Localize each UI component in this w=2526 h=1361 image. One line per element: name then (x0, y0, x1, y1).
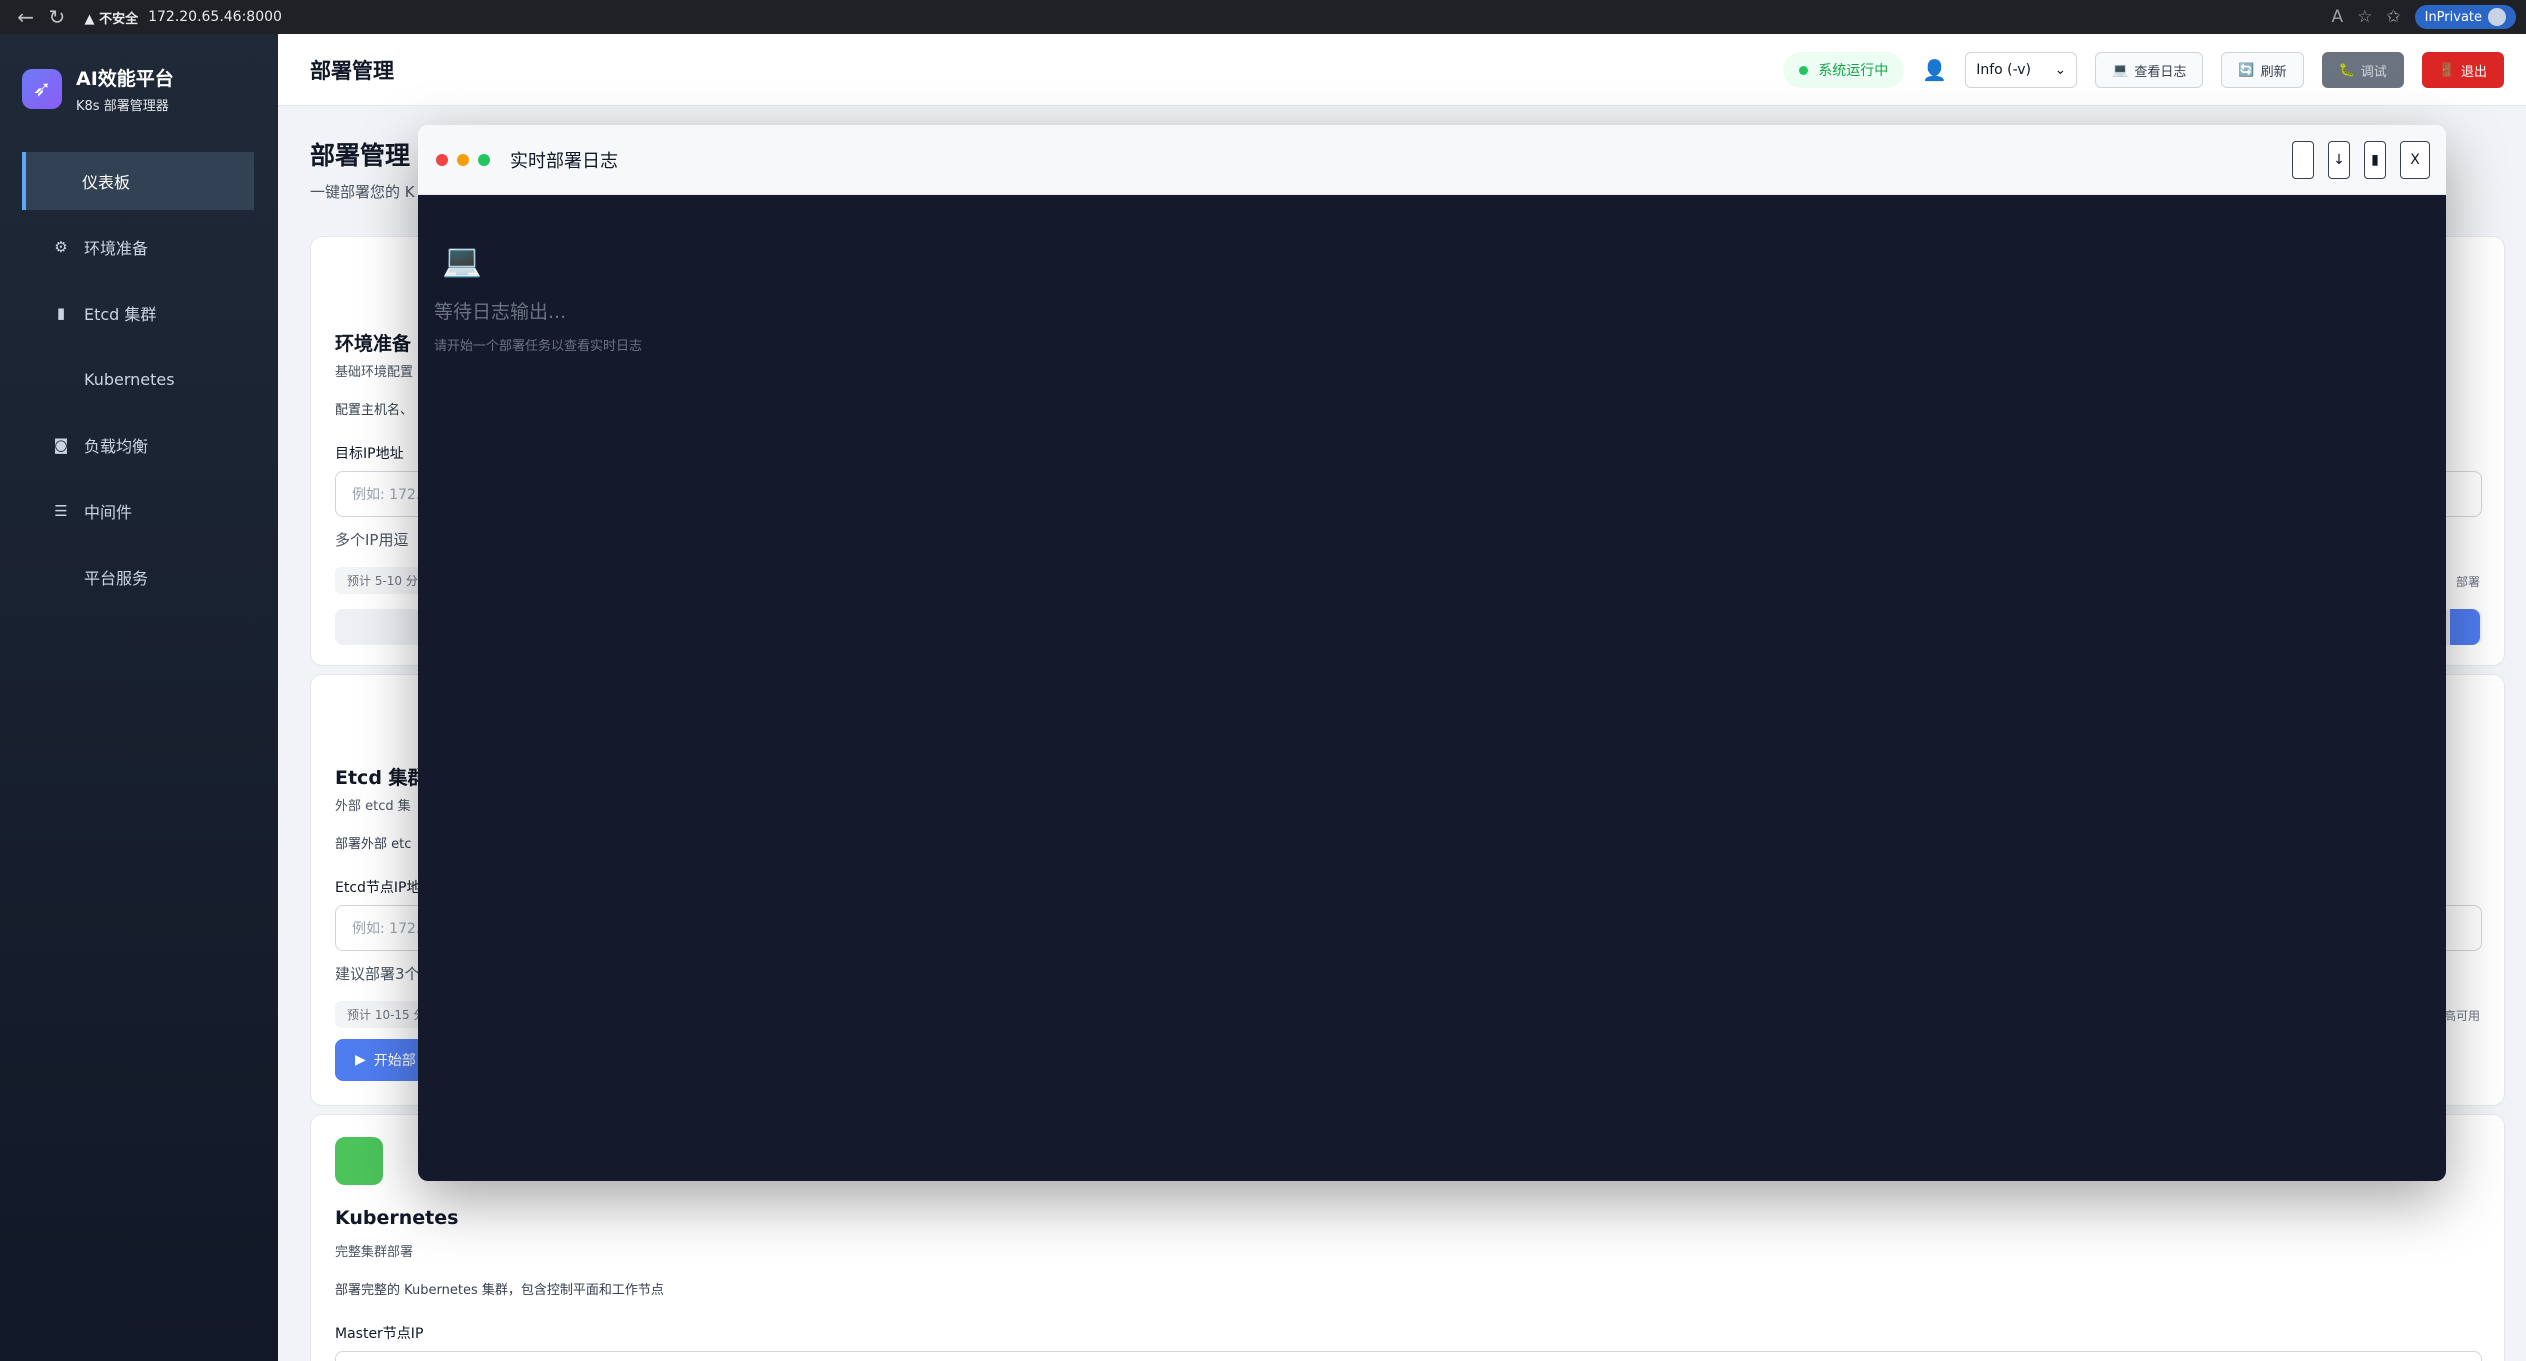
card-title: 环境准备 (335, 333, 412, 355)
log-output-area[interactable]: 💻 等待日志输出... 请开始一个部署任务以查看实时日志 (418, 195, 2446, 1181)
user-icon[interactable]: 👤 (1922, 58, 1947, 82)
inprivate-badge[interactable]: InPrivate (2414, 5, 2517, 29)
read-aloud-icon[interactable]: A (2331, 7, 2343, 27)
clear-button[interactable]: ▮ (2364, 141, 2386, 179)
door-icon: 🚪 (2438, 62, 2455, 78)
system-status-badge: 系统运行中 (1783, 52, 1905, 88)
browser-toolbar: ← ↻ ▲ 不安全 172.20.65.46:8000 A ☆ ✩ InPriv… (0, 0, 2526, 34)
sidebar-item-platform[interactable]: · 平台服务 (22, 548, 254, 606)
laptop-icon: 💻 (2112, 62, 2129, 78)
sidebar-item-dashboard[interactable]: 仪表板 (22, 152, 254, 210)
header-title: 部署管理 (310, 58, 394, 83)
ip-hint: 多个IP用逗 (335, 531, 409, 549)
close-button[interactable]: X (2400, 141, 2430, 179)
card-description: 配置主机名、 (335, 403, 414, 418)
sidebar-nav: 仪表板 ⚙ 环境准备 ▮ Etcd 集群 · Kubernetes ◙ 负载均衡… (0, 152, 278, 606)
pause-button[interactable] (2292, 141, 2314, 179)
brand-title: AI效能平台 (76, 68, 174, 90)
estimate-chip: 预计 5-10 分 (335, 567, 430, 594)
ip-label: Etcd节点IP地 (335, 880, 421, 896)
card-title: Etcd 集群 (335, 767, 427, 789)
status-text: 系统运行中 (1818, 63, 1889, 79)
binoculars-icon: ◙ (53, 436, 69, 454)
download-button[interactable]: ↓ (2328, 141, 2350, 179)
log-modal-header: 实时部署日志 ↓ ▮ X (418, 125, 2446, 195)
sidebar-item-environment[interactable]: ⚙ 环境准备 (22, 218, 254, 276)
sidebar-item-middleware[interactable]: ☰ 中间件 (22, 482, 254, 540)
download-icon: ↓ (2333, 152, 2345, 168)
red-dot-icon (436, 153, 448, 166)
database-icon: ▮ (56, 304, 66, 322)
page-subtitle: 一键部署您的 K (310, 183, 415, 201)
waiting-subtext: 请开始一个部署任务以查看实时日志 (434, 339, 643, 354)
close-label: X (2410, 152, 2420, 168)
debug-button[interactable]: 🐛 调试 (2321, 52, 2404, 88)
favorites-icon[interactable]: ✩ (2386, 7, 2400, 27)
brand: ➶ AI效能平台 K8s 部署管理器 (0, 34, 278, 138)
reload-icon[interactable]: ↻ (41, 3, 72, 31)
logout-button[interactable]: 🚪 退出 (2421, 52, 2504, 88)
address-bar[interactable]: ▲ 不安全 172.20.65.46:8000 (85, 4, 2332, 30)
chevron-down-icon: ⌄ (2054, 62, 2067, 78)
sidebar-item-label: 仪表板 (82, 173, 131, 192)
right-note: 高可用 (2443, 1009, 2480, 1023)
log-level-value: Info (-v) (1976, 62, 2032, 78)
sidebar: ➶ AI效能平台 K8s 部署管理器 仪表板 ⚙ 环境准备 ▮ Etcd 集群 … (0, 34, 278, 1361)
master-ip-input[interactable] (335, 1351, 2482, 1361)
etcd-hint: 建议部署3个 (335, 965, 420, 983)
status-dot-icon (1799, 65, 1809, 75)
ip-label: 目标IP地址 (335, 446, 404, 462)
page-title: 部署管理 (310, 141, 411, 170)
card-subtitle: 完整集群部署 (335, 1245, 414, 1260)
log-level-select[interactable]: Info (-v) ⌄ (1965, 52, 2078, 88)
sidebar-item-label: 中间件 (84, 503, 133, 522)
sidebar-item-label: 平台服务 (84, 569, 149, 588)
profile-avatar (2488, 8, 2507, 26)
sidebar-item-label: Kubernetes (84, 369, 175, 389)
waiting-text: 等待日志输出... (434, 301, 567, 323)
sidebar-item-etcd[interactable]: ▮ Etcd 集群 (22, 284, 254, 342)
right-note: 部署 (2455, 575, 2480, 589)
url-text: 172.20.65.46:8000 (148, 9, 282, 25)
sidebar-item-kubernetes[interactable]: · Kubernetes (22, 350, 254, 408)
sidebar-item-label: Etcd 集群 (84, 305, 157, 324)
sidebar-item-label: 负载均衡 (84, 437, 149, 456)
sidebar-item-label: 环境准备 (84, 239, 149, 258)
play-icon: ▶ (355, 1052, 366, 1068)
ip-label: Master节点IP (335, 1326, 424, 1342)
window-dots (436, 153, 490, 166)
card-description: 部署外部 etc (335, 837, 412, 852)
log-modal-title: 实时部署日志 (510, 150, 618, 172)
kubernetes-icon (335, 1137, 383, 1185)
laptop-icon: 💻 (442, 241, 482, 279)
deploy-button[interactable] (2450, 609, 2480, 645)
refresh-button[interactable]: 🔄 刷新 (2221, 52, 2304, 88)
start-label: 开始部 (373, 1053, 416, 1069)
bug-icon: 🐛 (2338, 62, 2355, 78)
view-logs-button[interactable]: 💻 查看日志 (2095, 52, 2204, 88)
gear-icon: ⚙ (54, 238, 68, 256)
back-icon[interactable]: ← (10, 3, 41, 31)
yellow-dot-icon (457, 153, 469, 166)
top-header: 部署管理 系统运行中 👤 Info (-v) ⌄ 💻 查看日志 🔄 刷新 🐛 调… (278, 34, 2526, 106)
logout-label: 退出 (2460, 64, 2487, 80)
refresh-label: 刷新 (2260, 64, 2287, 80)
card-description: 部署完整的 Kubernetes 集群，包含控制平面和工作节点 (335, 1283, 664, 1298)
favorite-star-icon[interactable]: ☆ (2357, 7, 2372, 27)
debug-label: 调试 (2360, 64, 2387, 80)
card-subtitle: 基础环境配置 (335, 365, 414, 380)
card-title: Kubernetes (335, 1207, 459, 1229)
insecure-warning: ▲ 不安全 (84, 11, 139, 27)
green-dot-icon (478, 153, 490, 166)
rocket-icon: ➶ (22, 69, 62, 109)
refresh-icon: 🔄 (2238, 62, 2255, 78)
log-modal: 实时部署日志 ↓ ▮ X 💻 等待日志输出... 请开始一个部署任务以查看实时日… (418, 125, 2446, 1181)
stack-icon: ☰ (54, 502, 68, 520)
brand-subtitle: K8s 部署管理器 (76, 99, 169, 114)
sidebar-item-load-balancer[interactable]: ◙ 负载均衡 (22, 416, 254, 474)
card-subtitle: 外部 etcd 集 (335, 799, 411, 814)
trash-icon: ▮ (2371, 152, 2379, 168)
view-logs-label: 查看日志 (2134, 64, 2187, 80)
